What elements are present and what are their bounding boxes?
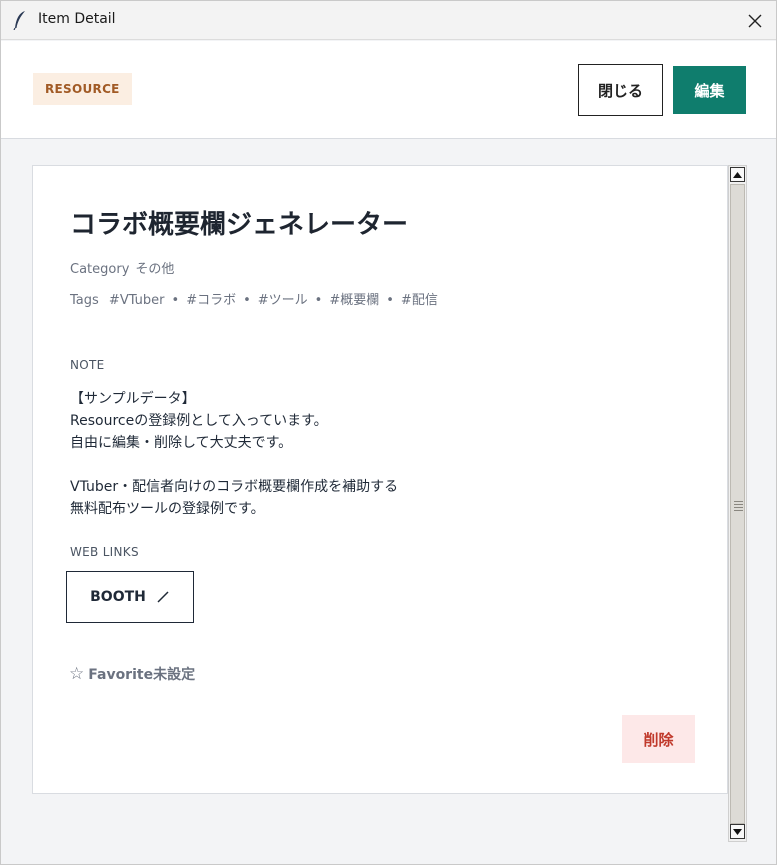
tag-chip[interactable]: #ツール [258,293,308,308]
tag-chip[interactable]: #VTuber [109,293,165,308]
triangle-up-icon [733,171,742,178]
favorite-toggle[interactable]: ☆ Favorite未設定 [69,664,195,684]
close-icon [748,14,762,28]
close-button[interactable]: 閉じる [578,64,663,116]
scroll-up-button[interactable] [730,167,745,182]
window-title: Item Detail [38,11,116,27]
star-icon: ☆ [69,664,85,684]
vertical-scrollbar[interactable] [728,165,747,842]
window-close-button[interactable] [741,7,769,35]
edit-button[interactable]: 編集 [673,66,746,114]
tags-label: Tags [70,293,99,308]
note-label: NOTE [70,358,105,372]
category-row: Category その他 [70,258,174,277]
detail-card: コラボ概要欄ジェネレーター Category その他 Tags #VTuber • #… [32,165,728,794]
tag-chip[interactable]: #概要欄 [329,293,379,308]
tags-row: Tags #VTuber • #コラボ • #ツール • #概要欄 • #配信 [70,293,438,308]
web-links-label: WEB LINKS [70,545,139,559]
grip-icon [734,501,743,513]
external-link-icon [157,591,169,603]
scrollbar-thumb[interactable] [730,184,745,824]
item-detail-window: Item Detail RESOURCE 閉じる 編集 コラボ概要欄ジェネレータ… [0,0,777,865]
category-value: その他 [135,262,175,277]
scroll-down-button[interactable] [730,824,745,839]
type-badge: RESOURCE [33,73,132,105]
booth-link-button[interactable]: BOOTH [66,571,194,623]
title-bar: Item Detail [1,1,776,40]
category-label: Category [70,262,130,277]
note-text: 【サンプルデータ】 Resourceの登録例として入っています。 自由に編集・削… [70,391,399,517]
link-label: BOOTH [90,589,146,605]
triangle-down-icon [733,828,742,835]
delete-button[interactable]: 削除 [622,715,695,763]
detail-header: RESOURCE 閉じる 編集 [1,41,776,139]
favorite-label: Favorite未設定 [88,667,196,683]
item-title: コラボ概要欄ジェネレーター [70,210,409,240]
tag-chip[interactable]: #配信 [401,293,438,308]
tag-chip[interactable]: #コラボ [186,293,236,308]
feather-icon [13,11,25,30]
